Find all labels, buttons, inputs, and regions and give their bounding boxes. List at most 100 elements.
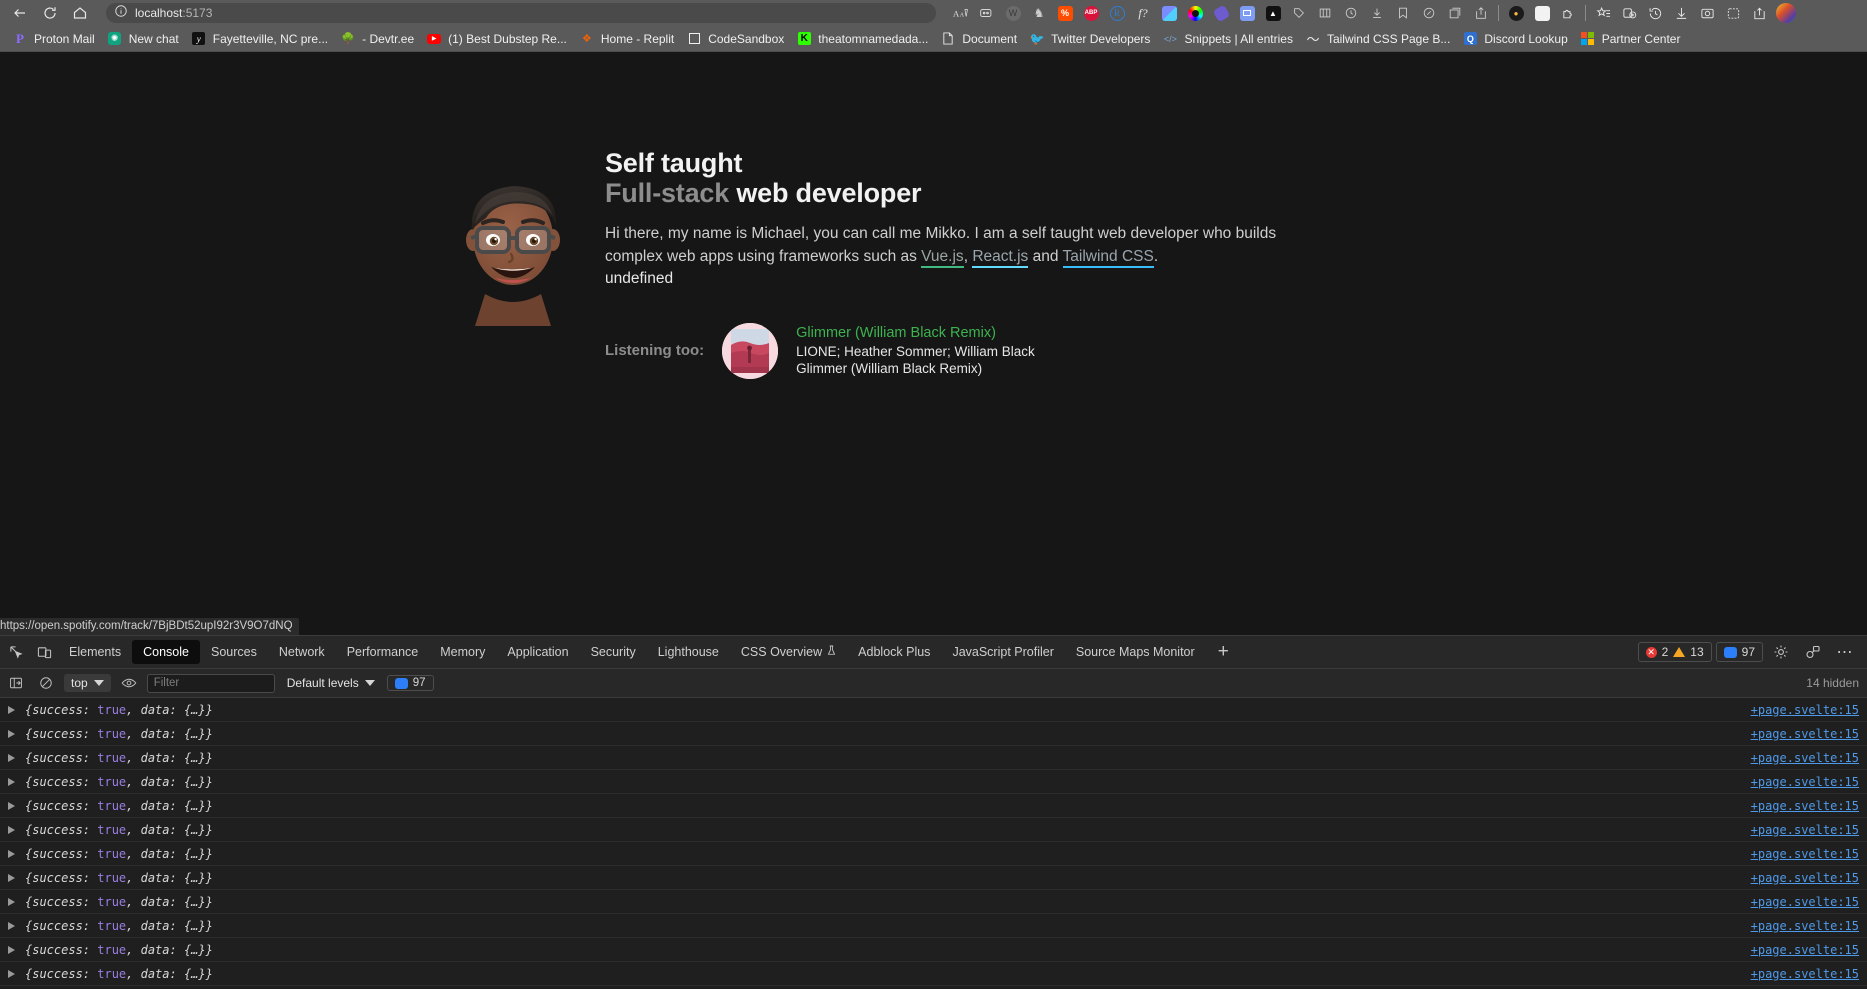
tab-memory[interactable]: Memory — [429, 640, 496, 664]
console-log-row[interactable]: {success: true, data: {…}} +page.svelte:1… — [0, 818, 1867, 842]
triangle-extension-icon[interactable]: ▲ — [1260, 2, 1286, 24]
console-log-row[interactable]: {success: true, data: {…}} +page.svelte:1… — [0, 722, 1867, 746]
color-grid-extension-icon[interactable] — [1156, 2, 1182, 24]
console-log-source-link[interactable]: +page.svelte:15 — [1751, 727, 1867, 741]
collections-extension-icon[interactable] — [1442, 2, 1468, 24]
console-log-row[interactable]: {success: true, data: {…}} +page.svelte:1… — [0, 866, 1867, 890]
favorites-icon[interactable] — [1590, 2, 1616, 24]
editor-extension-icon[interactable] — [1529, 2, 1555, 24]
tag-extension-icon[interactable] — [1286, 2, 1312, 24]
console-log-list[interactable]: {success: true, data: {…}} +page.svelte:1… — [0, 698, 1867, 989]
console-log-source-link[interactable]: +page.svelte:15 — [1751, 799, 1867, 813]
bookmark-document[interactable]: Document — [936, 29, 1025, 49]
bookmark-list-extension-icon[interactable] — [1390, 2, 1416, 24]
expand-arrow-icon[interactable] — [8, 897, 15, 906]
clock-extension-icon[interactable] — [1338, 2, 1364, 24]
split-screen-icon[interactable] — [1720, 2, 1746, 24]
tab-performance[interactable]: Performance — [336, 640, 430, 664]
grammar-extension-icon[interactable]: ♞ — [1026, 2, 1052, 24]
live-expression-icon[interactable] — [117, 672, 141, 694]
bookmark-snippets[interactable]: </> Snippets | All entries — [1158, 29, 1301, 49]
home-button[interactable] — [66, 2, 94, 24]
console-sidebar-icon[interactable] — [4, 672, 28, 694]
expand-arrow-icon[interactable] — [8, 969, 15, 978]
puzzle-extensions-icon[interactable] — [1555, 2, 1581, 24]
pen-extension-icon[interactable] — [1416, 2, 1442, 24]
site-info-icon[interactable] — [114, 4, 128, 23]
add-collection-icon[interactable] — [1616, 2, 1642, 24]
bookmark-codesandbox[interactable]: CodeSandbox — [682, 29, 792, 49]
console-log-source-link[interactable]: +page.svelte:15 — [1751, 775, 1867, 789]
font-size-icon[interactable]: AA — [948, 2, 974, 24]
console-log-row[interactable]: {success: true, data: {…}} +page.svelte:1… — [0, 746, 1867, 770]
bookmark-partner-center[interactable]: Partner Center — [1576, 29, 1689, 49]
device-toolbar-icon[interactable] — [30, 639, 58, 665]
tab-lighthouse[interactable]: Lighthouse — [647, 640, 730, 664]
bookmark-proton-mail[interactable]: P Proton Mail — [8, 29, 103, 49]
execution-context-select[interactable]: top — [64, 674, 111, 692]
bookmark-replit[interactable]: ❖ Home - Replit — [575, 29, 682, 49]
expand-arrow-icon[interactable] — [8, 825, 15, 834]
expand-arrow-icon[interactable] — [8, 873, 15, 882]
screenshot-icon[interactable] — [1694, 2, 1720, 24]
tab-console[interactable]: Console — [132, 640, 200, 664]
function-extension-icon[interactable]: f? — [1130, 2, 1156, 24]
message-count-badge[interactable]: 97 — [1715, 642, 1763, 662]
expand-arrow-icon[interactable] — [8, 705, 15, 714]
filterbar-message-count[interactable]: 97 — [386, 675, 434, 691]
percent-extension-icon[interactable]: % — [1052, 2, 1078, 24]
pill-extension-icon[interactable] — [1208, 2, 1234, 24]
more-options-icon[interactable]: ⋯ — [1831, 639, 1859, 665]
card-extension-icon[interactable] — [1234, 2, 1260, 24]
profile-icon[interactable]: ● — [1503, 2, 1529, 24]
console-log-source-link[interactable]: +page.svelte:15 — [1751, 943, 1867, 957]
download-extension-icon[interactable] — [1364, 2, 1390, 24]
expand-arrow-icon[interactable] — [8, 777, 15, 786]
bookmark-youtube[interactable]: ▶ (1) Best Dubstep Re... — [422, 29, 575, 49]
console-log-row[interactable]: {success: true, data: {…}} +page.svelte:1… — [0, 770, 1867, 794]
user-avatar[interactable] — [1776, 3, 1796, 23]
bookmark-theatomnamedada[interactable]: K theatomnamedada... — [792, 29, 936, 49]
bookmark-twitter-developers[interactable]: 🐦 Twitter Developers — [1025, 29, 1158, 49]
adblock-plus-extension-icon[interactable]: ABP — [1078, 2, 1104, 24]
camera-extension-icon[interactable] — [1182, 2, 1208, 24]
devices-icon[interactable] — [1799, 639, 1827, 665]
hidden-messages-count[interactable]: 14 hidden — [1806, 676, 1859, 690]
link-tailwind-css[interactable]: Tailwind CSS — [1062, 247, 1154, 268]
console-log-row[interactable]: {success: true, data: {…}} +page.svelte:1… — [0, 914, 1867, 938]
expand-arrow-icon[interactable] — [8, 945, 15, 954]
console-log-row[interactable]: {success: true, data: {…}} +page.svelte:1… — [0, 938, 1867, 962]
track-title[interactable]: Glimmer (William Black Remix) — [796, 324, 1035, 343]
tab-application[interactable]: Application — [496, 640, 579, 664]
wordpress-extension-icon[interactable]: W — [1000, 2, 1026, 24]
console-log-source-link[interactable]: +page.svelte:15 — [1751, 823, 1867, 837]
expand-arrow-icon[interactable] — [8, 753, 15, 762]
add-panel-button[interactable]: + — [1206, 641, 1241, 663]
tab-network[interactable]: Network — [268, 640, 336, 664]
bookmark-discord-lookup[interactable]: Q Discord Lookup — [1458, 29, 1575, 49]
share-extension-icon[interactable] — [1468, 2, 1494, 24]
history-icon[interactable] — [1642, 2, 1668, 24]
console-log-source-link[interactable]: +page.svelte:15 — [1751, 847, 1867, 861]
console-log-source-link[interactable]: +page.svelte:15 — [1751, 871, 1867, 885]
console-log-source-link[interactable]: +page.svelte:15 — [1751, 919, 1867, 933]
console-log-row[interactable]: {success: true, data: {…}} +page.svelte:1… — [0, 890, 1867, 914]
tab-elements[interactable]: Elements — [58, 640, 132, 664]
console-log-row[interactable]: {success: true, data: {…}} +page.svelte:1… — [0, 842, 1867, 866]
clear-console-icon[interactable] — [34, 672, 58, 694]
console-log-source-link[interactable]: +page.svelte:15 — [1751, 751, 1867, 765]
tab-sources[interactable]: Sources — [200, 640, 268, 664]
gear-icon[interactable] — [1767, 639, 1795, 665]
console-log-row[interactable]: {success: true, data: {…}} +page.svelte:1… — [0, 962, 1867, 986]
log-levels-select[interactable]: Default levels — [281, 674, 381, 692]
link-vuejs[interactable]: Vue.js — [921, 247, 964, 268]
tab-source-maps-monitor[interactable]: Source Maps Monitor — [1065, 640, 1206, 664]
tab-adblock-plus[interactable]: Adblock Plus — [847, 640, 941, 664]
expand-arrow-icon[interactable] — [8, 729, 15, 738]
issue-counts[interactable]: ✕ 2 13 — [1637, 642, 1712, 662]
link-reactjs[interactable]: React.js — [972, 247, 1029, 268]
console-log-row[interactable]: {success: true, data: {…}} +page.svelte:1… — [0, 794, 1867, 818]
reload-button[interactable] — [36, 2, 64, 24]
share-page-icon[interactable] — [1746, 2, 1772, 24]
expand-arrow-icon[interactable] — [8, 921, 15, 930]
